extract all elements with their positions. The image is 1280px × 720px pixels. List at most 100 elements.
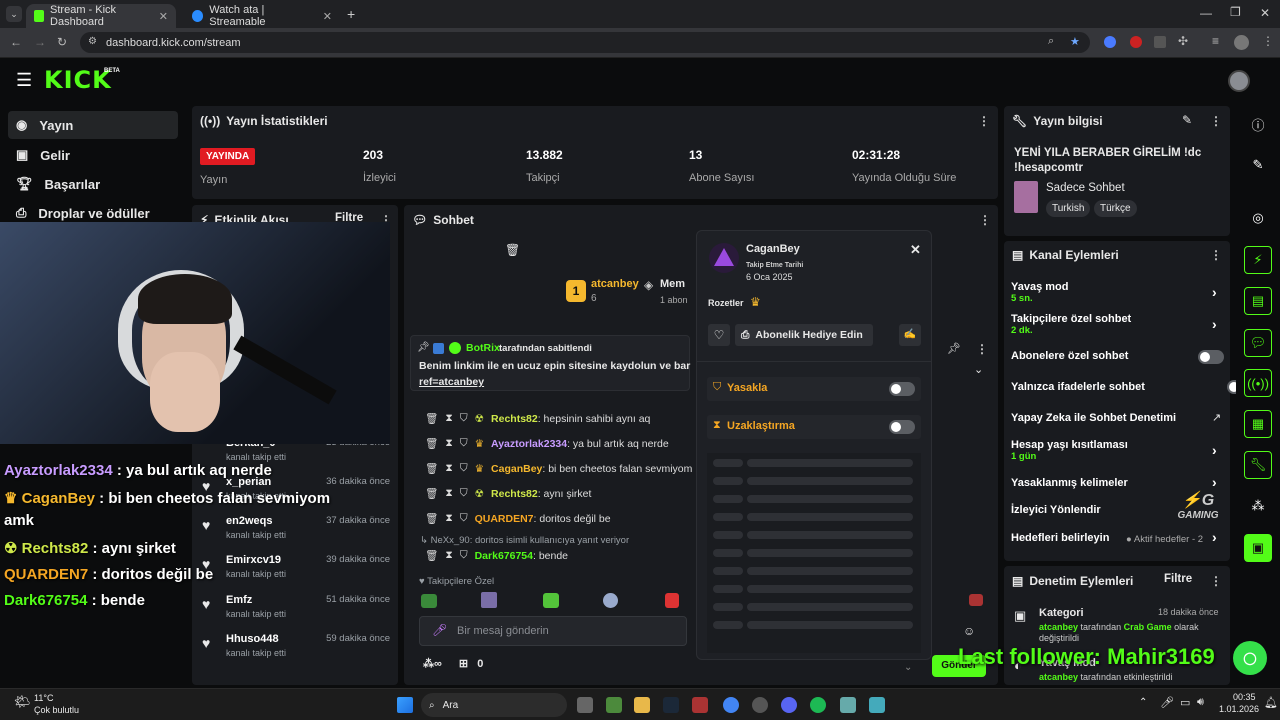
user-avatar[interactable] bbox=[1228, 70, 1250, 92]
extension-icon[interactable] bbox=[1130, 36, 1142, 48]
site-info-icon[interactable]: ⚙ bbox=[88, 36, 97, 47]
tools-widget-icon[interactable]: 🔧︎ bbox=[1244, 451, 1272, 479]
chevron-right-icon[interactable]: › bbox=[1212, 474, 1217, 490]
edit-pencil-icon[interactable]: ✎ bbox=[1182, 113, 1192, 127]
app-icon[interactable] bbox=[840, 697, 856, 713]
timeout-icon[interactable]: ⧗ bbox=[445, 549, 452, 562]
close-window-icon[interactable]: ✕ bbox=[1260, 6, 1270, 20]
followers-only-setting[interactable]: Takipçilere özel sohbet 2 dk. bbox=[1011, 313, 1131, 336]
chat-username[interactable]: Dark676754 bbox=[475, 550, 533, 562]
chat-message[interactable]: 🗑︎ ⧗ ⛉ ☢ Rechts82: hepsinin sahibi aynı aq bbox=[425, 412, 650, 425]
trash-icon[interactable]: 🗑︎ bbox=[505, 243, 520, 257]
sidebar-item-gelir[interactable]: ▣ Gelir bbox=[8, 141, 178, 169]
ban-row[interactable]: ⛉ Yasakla bbox=[707, 377, 921, 401]
add-widget-icon[interactable]: ⁂ bbox=[1244, 492, 1272, 520]
reload-icon[interactable]: ↻ bbox=[57, 35, 67, 49]
pinned-ref[interactable]: ref=atcanbey bbox=[419, 376, 484, 388]
sidebar-item-yayin[interactable]: ◉ Yayın bbox=[8, 111, 178, 139]
chevron-right-icon[interactable]: › bbox=[1212, 529, 1217, 545]
mic-tray-icon[interactable]: 🎤︎ bbox=[1160, 696, 1174, 709]
emote-icon[interactable] bbox=[543, 593, 559, 608]
close-tab-icon[interactable]: ✕ bbox=[323, 10, 332, 23]
chat-username[interactable]: Rechts82 bbox=[491, 413, 538, 425]
tab-list-button[interactable]: ⌄ bbox=[6, 6, 22, 22]
chat-username[interactable]: QUARDEN7 bbox=[475, 513, 534, 525]
back-icon[interactable]: ← bbox=[10, 35, 22, 49]
forward-icon[interactable]: → bbox=[34, 35, 46, 49]
delete-icon[interactable]: 🗑︎ bbox=[425, 487, 438, 500]
emote-icon[interactable] bbox=[421, 594, 437, 608]
microphone-icon[interactable]: 🎤︎ bbox=[432, 623, 447, 637]
screenshot-icon[interactable]: ◎ bbox=[1244, 204, 1272, 232]
chrome-menu-icon[interactable]: ⋮ bbox=[1262, 34, 1274, 48]
discord-icon[interactable] bbox=[781, 697, 797, 713]
pinned-menu-icon[interactable]: ⋮ bbox=[976, 342, 988, 356]
clock-time[interactable]: 00:35 bbox=[1233, 692, 1256, 702]
timeout-icon[interactable]: ⧗ bbox=[445, 487, 452, 500]
kick-logo[interactable]: KICK bbox=[44, 66, 112, 94]
emote-icon[interactable] bbox=[603, 593, 618, 608]
banned-words-setting[interactable]: Yasaklanmış kelimeler bbox=[1011, 477, 1128, 489]
ban-shield-icon[interactable]: ⛉ bbox=[460, 487, 468, 500]
profile-avatar[interactable] bbox=[1234, 35, 1249, 50]
timeout-row[interactable]: ⧗ Uzaklaştırma bbox=[707, 415, 921, 439]
user-card-name[interactable]: CaganBey bbox=[746, 243, 800, 255]
task-view-icon[interactable] bbox=[577, 697, 593, 713]
hamburger-menu-icon[interactable]: ☰ bbox=[16, 70, 32, 91]
notification-bell-icon[interactable]: 🔔︎ bbox=[1264, 696, 1278, 709]
external-link-icon[interactable]: ↗ bbox=[1212, 411, 1221, 424]
emoji-icon[interactable]: ☺ bbox=[963, 624, 975, 638]
chat-message[interactable]: 🗑︎ ⧗ ⛉ QUARDEN7: doritos değil be bbox=[425, 512, 611, 525]
chrome-icon[interactable] bbox=[723, 697, 739, 713]
community-icon[interactable]: ⁂∞ bbox=[423, 658, 442, 670]
info-icon[interactable]: ⓘ bbox=[1244, 110, 1272, 138]
chat-username[interactable]: Ayaztorlak2334 bbox=[491, 438, 567, 450]
sidebar-item-basarilar[interactable]: 🏆︎ Başarılar bbox=[8, 170, 178, 198]
puzzle-icon[interactable]: ✣ bbox=[1178, 34, 1188, 48]
spotify-icon[interactable] bbox=[810, 697, 826, 713]
emote-icon[interactable] bbox=[665, 593, 679, 608]
pinned-message[interactable]: 📌︎ BotRix tarafından sabitlendi Benim li… bbox=[410, 335, 690, 391]
broadcast-widget-icon[interactable]: ((•)) bbox=[1244, 369, 1272, 397]
timeout-toggle[interactable] bbox=[889, 420, 915, 434]
volume-icon[interactable]: 🔊︎ bbox=[1197, 696, 1204, 709]
timeout-icon[interactable]: ⧗ bbox=[445, 462, 452, 475]
windows-start-icon[interactable] bbox=[397, 697, 413, 713]
close-tab-icon[interactable]: ✕ bbox=[159, 10, 168, 23]
steam-icon[interactable] bbox=[663, 697, 679, 713]
timeout-icon[interactable]: ⧗ bbox=[445, 512, 452, 525]
account-age-setting[interactable]: Hesap yaşı kısıtlaması 1 gün bbox=[1011, 439, 1128, 462]
chat-menu-icon[interactable]: ⋮ bbox=[979, 213, 991, 227]
notes-icon[interactable]: ▤ bbox=[1244, 287, 1272, 315]
app-icon[interactable] bbox=[752, 697, 768, 713]
chat-username[interactable]: Rechts82 bbox=[491, 488, 538, 500]
chat-message[interactable]: 🗑︎ ⧗ ⛉ ♛ CaganBey: bi ben cheetos falan se… bbox=[425, 462, 692, 475]
slow-mode-setting[interactable]: Yavaş mod 5 sn. bbox=[1011, 281, 1068, 304]
quick-actions-icon[interactable]: ⚡︎ bbox=[1244, 246, 1272, 274]
tab-streamable[interactable]: Watch ata | Streamable ✕ bbox=[184, 4, 340, 28]
chevron-right-icon[interactable]: › bbox=[1212, 316, 1217, 332]
chat-message[interactable]: 🗑︎ ⧗ ⛉ ☢ Rechts82: aynı şirket bbox=[425, 487, 591, 500]
delete-icon[interactable]: 🗑︎ bbox=[425, 412, 438, 425]
gift-points-icon[interactable]: ⊞ bbox=[459, 658, 468, 670]
extension-icon[interactable] bbox=[1104, 36, 1116, 48]
edit-layout-icon[interactable]: ✎ bbox=[1244, 151, 1272, 179]
file-explorer-icon[interactable] bbox=[634, 697, 650, 713]
notepad-icon[interactable] bbox=[869, 697, 885, 713]
bookmark-star-icon[interactable]: ★ bbox=[1070, 35, 1080, 48]
ban-shield-icon[interactable]: ⛉ bbox=[460, 437, 468, 450]
chat-settings-icon[interactable]: ⌄ bbox=[904, 662, 912, 673]
ban-shield-icon[interactable]: ⛉ bbox=[460, 462, 468, 475]
chevron-right-icon[interactable]: › bbox=[1212, 442, 1217, 458]
timeout-icon[interactable]: ⧗ bbox=[445, 412, 452, 425]
playlist-icon[interactable]: ≡ bbox=[1212, 34, 1219, 48]
goals-setting[interactable]: Hedefleri belirleyin bbox=[1011, 532, 1109, 544]
delete-icon[interactable]: 🗑︎ bbox=[425, 549, 438, 562]
tray-chevron-icon[interactable]: ⌃ bbox=[1139, 697, 1147, 708]
zoom-icon[interactable]: ⌕ bbox=[1048, 35, 1054, 48]
tab-kick-dashboard[interactable]: Stream - Kick Dashboard ✕ bbox=[26, 4, 176, 28]
stats-menu-icon[interactable]: ⋮ bbox=[978, 114, 990, 128]
chat-input[interactable]: 🎤︎ Bir mesaj gönderin bbox=[419, 616, 687, 646]
moderation-menu-icon[interactable]: ⋮ bbox=[1210, 574, 1222, 588]
delete-icon[interactable]: 🗑︎ bbox=[425, 437, 438, 450]
